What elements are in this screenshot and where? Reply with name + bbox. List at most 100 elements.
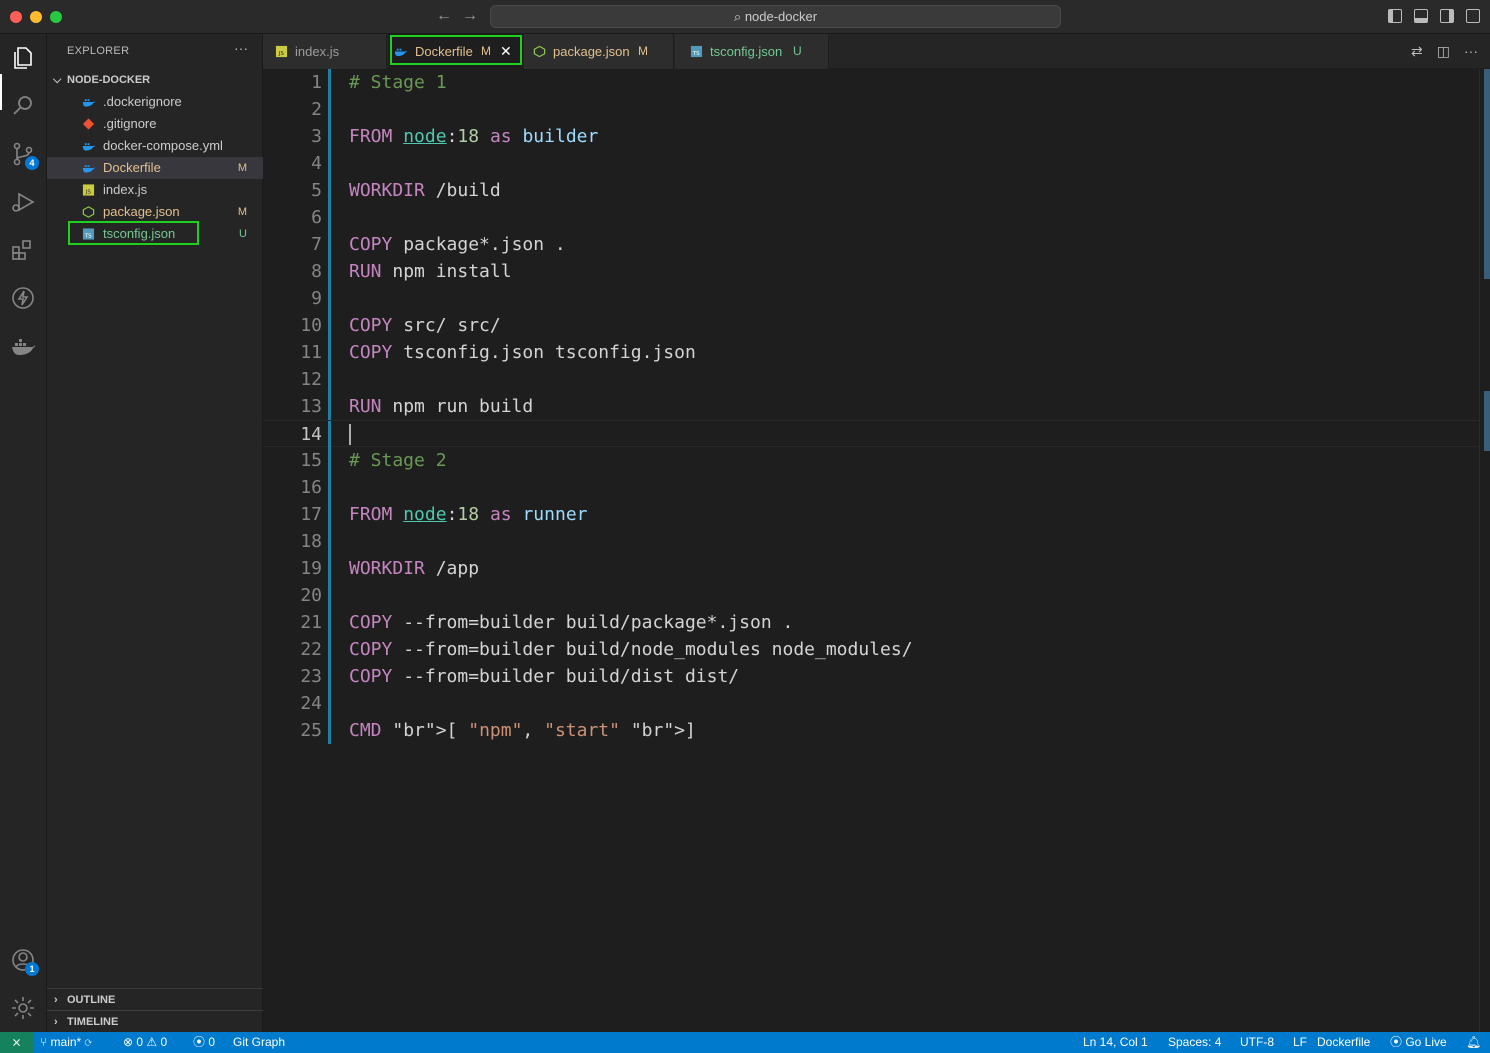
extensions-icon[interactable] — [9, 236, 37, 264]
editor-scrollbar[interactable] — [1479, 69, 1490, 1032]
code-line[interactable]: 9 — [263, 285, 1479, 312]
git-gutter-added-marker — [328, 150, 331, 177]
split-editor-icon[interactable]: ◫ — [1437, 43, 1450, 60]
more-actions-icon[interactable]: ··· — [1464, 43, 1478, 60]
code-line[interactable]: 3 FROM node:18 as builder — [263, 123, 1479, 150]
code-line[interactable]: 21 COPY --from=builder build/package*.jso… — [263, 609, 1479, 636]
code-line[interactable]: 4 — [263, 150, 1479, 177]
file-item-index-js[interactable]: JS index.js — [47, 179, 263, 201]
title-bar: ← → ⌕ node-docker — [0, 0, 1490, 34]
code-line[interactable]: 19 WORKDIR /app — [263, 555, 1479, 582]
forward-arrow-icon[interactable]: → — [462, 7, 478, 25]
git-gutter-added-marker — [328, 690, 331, 717]
git-gutter-added-marker — [328, 204, 331, 231]
code-text: FROM node:18 as runner — [349, 504, 588, 525]
notifications-bell-icon[interactable]: 🔔︎ — [1466, 1032, 1481, 1053]
explorer-icon[interactable] — [9, 44, 37, 72]
code-line[interactable]: 22 COPY --from=builder build/node_modules… — [263, 636, 1479, 663]
code-line[interactable]: 23 COPY --from=builder build/dist dist/ — [263, 663, 1479, 690]
code-line[interactable]: 10 COPY src/ src/ — [263, 312, 1479, 339]
code-line[interactable]: 14 — [263, 420, 1479, 448]
timeline-label: TIMELINE — [67, 1016, 119, 1028]
code-text: RUN npm run build — [349, 396, 534, 417]
back-arrow-icon[interactable]: ← — [436, 7, 452, 25]
open-changes-icon[interactable]: ⇄ — [1411, 43, 1423, 60]
line-number: 20 — [300, 585, 322, 606]
search-icon[interactable] — [9, 92, 37, 120]
line-number: 18 — [300, 531, 322, 552]
cursor-position[interactable]: Ln 14, Col 1 — [1083, 1032, 1148, 1053]
toggle-primary-sidebar-icon[interactable] — [1388, 9, 1402, 23]
code-line[interactable]: 6 — [263, 204, 1479, 231]
minimize-window-button[interactable] — [30, 11, 42, 23]
code-line[interactable]: 11 COPY tsconfig.json tsconfig.json — [263, 339, 1479, 366]
tab-tsconfig-json[interactable]: TS tsconfig.json U — [675, 34, 829, 69]
ports-count: 0 — [208, 1035, 216, 1049]
eol-status[interactable]: LF — [1293, 1032, 1307, 1053]
git-graph-status[interactable]: Git Graph — [233, 1032, 285, 1053]
close-window-button[interactable] — [10, 11, 22, 23]
code-line[interactable]: 25 CMD "br">[ "npm", "start" "br">] — [263, 717, 1479, 744]
code-line[interactable]: 8 RUN npm install — [263, 258, 1479, 285]
file-item-dockerfile[interactable]: Dockerfile M — [47, 157, 263, 179]
code-line[interactable]: 7 COPY package*.json . — [263, 231, 1479, 258]
tab-index-js[interactable]: JS index.js — [263, 34, 387, 69]
problems-status[interactable]: ⊗ 0 ⚠ 0 — [123, 1032, 167, 1053]
outline-section[interactable]: › OUTLINE — [47, 988, 263, 1010]
timeline-section[interactable]: › TIMELINE — [47, 1010, 263, 1032]
code-line[interactable]: 24 — [263, 690, 1479, 717]
code-editor[interactable]: 1 # Stage 1 2 3 FROM node:18 as builder 4 5 WOR… — [263, 69, 1490, 1032]
source-control-icon[interactable]: 4 — [9, 140, 39, 170]
code-text: # Stage 1 — [349, 72, 447, 93]
status-bar: ⨯ ⑂ main* ⟳ ⊗ 0 ⚠ 0 ⦿ 0 Git Graph Ln 14,… — [0, 1032, 1490, 1053]
folder-node-docker[interactable]: ⌵ NODE-DOCKER — [47, 70, 263, 90]
thunder-client-icon[interactable] — [9, 284, 37, 312]
code-line[interactable]: 15 # Stage 2 — [263, 447, 1479, 474]
toggle-panel-icon[interactable] — [1414, 9, 1428, 23]
file-name: .gitignore — [103, 116, 157, 131]
settings-gear-icon[interactable] — [9, 994, 37, 1022]
tab-package-json[interactable]: package.json M — [524, 34, 674, 69]
line-number: 10 — [300, 315, 322, 336]
encoding-status[interactable]: UTF-8 — [1240, 1032, 1274, 1053]
file-item-gitignore[interactable]: .gitignore — [47, 113, 263, 135]
svg-text:JS: JS — [278, 51, 285, 57]
code-line[interactable]: 20 — [263, 582, 1479, 609]
toggle-secondary-sidebar-icon[interactable] — [1440, 9, 1454, 23]
code-line[interactable]: 5 WORKDIR /build — [263, 177, 1479, 204]
ports-status[interactable]: ⦿ 0 — [193, 1032, 215, 1053]
code-line[interactable]: 18 — [263, 528, 1479, 555]
go-live-button[interactable]: ⦿ Go Live — [1390, 1032, 1447, 1053]
explorer-more-actions-icon[interactable]: ··· — [234, 40, 248, 56]
line-number: 4 — [311, 153, 322, 174]
indentation-status[interactable]: Spaces: 4 — [1168, 1032, 1221, 1053]
code-line[interactable]: 17 FROM node:18 as runner — [263, 501, 1479, 528]
git-status-badge: M — [237, 162, 247, 174]
line-number: 7 — [311, 234, 322, 255]
file-item-package-json[interactable]: package.json M — [47, 201, 263, 223]
customize-layout-icon[interactable] — [1466, 9, 1480, 23]
code-line[interactable]: 13 RUN npm run build — [263, 393, 1479, 420]
line-number: 9 — [311, 288, 322, 309]
accounts-icon[interactable]: 1 — [9, 946, 39, 976]
remote-indicator-icon[interactable]: ⨯ — [0, 1032, 33, 1053]
git-gutter-added-marker — [328, 555, 331, 582]
branch-status[interactable]: ⑂ main* ⟳ — [40, 1032, 92, 1053]
git-gutter-added-marker — [328, 474, 331, 501]
activity-bar: 4 1 — [0, 34, 47, 1032]
command-center-search[interactable]: ⌕ node-docker — [490, 5, 1061, 28]
code-line[interactable]: 16 — [263, 474, 1479, 501]
code-text: # Stage 2 — [349, 450, 447, 471]
line-number: 6 — [311, 207, 322, 228]
maximize-window-button[interactable] — [50, 11, 62, 23]
go-live-label: Go Live — [1405, 1035, 1447, 1049]
file-item-docker-compose[interactable]: docker-compose.yml — [47, 135, 263, 157]
code-line[interactable]: 1 # Stage 1 — [263, 69, 1479, 96]
language-mode[interactable]: Dockerfile — [1317, 1032, 1370, 1053]
docker-icon[interactable] — [9, 332, 37, 360]
git-gutter-added-marker — [328, 582, 331, 609]
code-line[interactable]: 12 — [263, 366, 1479, 393]
code-line[interactable]: 2 — [263, 96, 1479, 123]
run-debug-icon[interactable] — [9, 188, 37, 216]
file-item-dockerignore[interactable]: .dockerignore — [47, 91, 263, 113]
